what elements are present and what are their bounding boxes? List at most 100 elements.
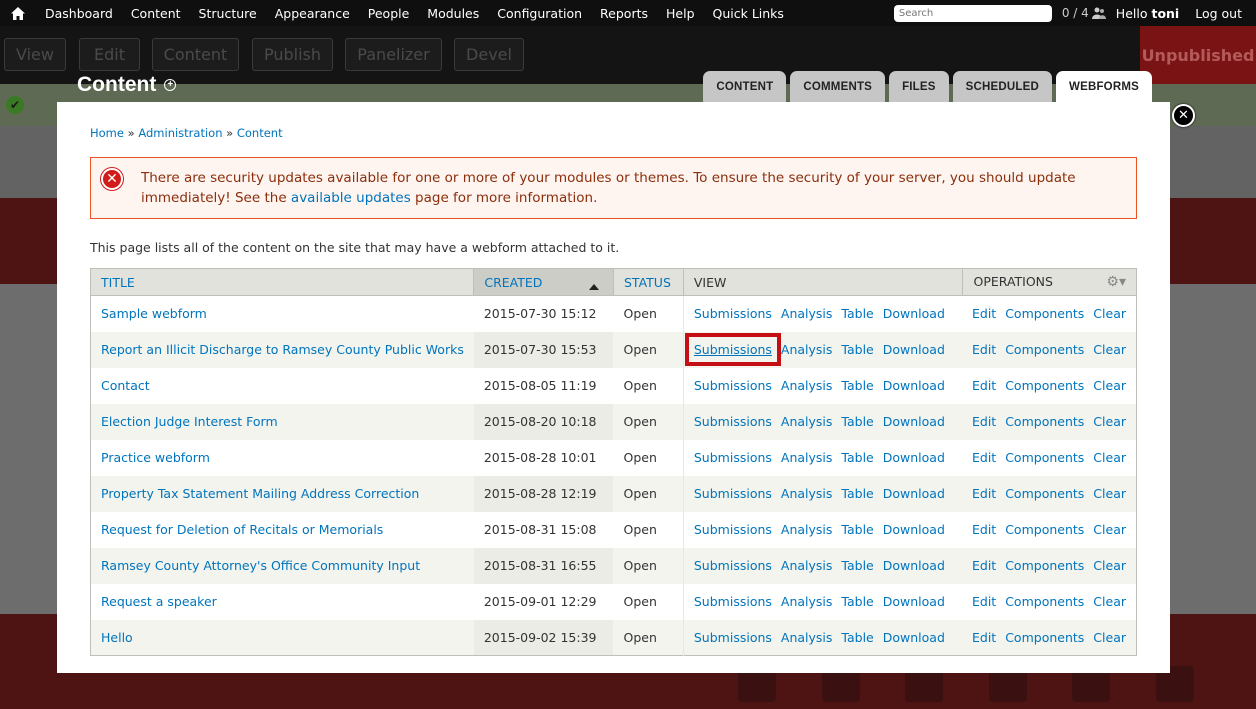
clear-link[interactable]: Clear bbox=[1093, 522, 1126, 537]
clear-link[interactable]: Clear bbox=[1093, 558, 1126, 573]
download-link[interactable]: Download bbox=[883, 486, 945, 501]
download-link[interactable]: Download bbox=[883, 630, 945, 645]
table-link[interactable]: Table bbox=[841, 594, 873, 609]
submissions-link[interactable]: Submissions bbox=[684, 333, 781, 366]
clear-link[interactable]: Clear bbox=[1093, 342, 1126, 357]
table-link[interactable]: Table bbox=[841, 558, 873, 573]
submissions-link[interactable]: Submissions bbox=[694, 378, 772, 393]
analysis-link[interactable]: Analysis bbox=[781, 522, 833, 537]
components-link[interactable]: Components bbox=[1005, 306, 1084, 321]
toolbar-search-input[interactable] bbox=[893, 4, 1052, 22]
components-link[interactable]: Components bbox=[1005, 522, 1084, 537]
toolbar-menu-appearance[interactable]: Appearance bbox=[266, 6, 359, 21]
table-link[interactable]: Table bbox=[841, 486, 873, 501]
download-link[interactable]: Download bbox=[883, 306, 945, 321]
download-link[interactable]: Download bbox=[883, 414, 945, 429]
edit-link[interactable]: Edit bbox=[972, 414, 996, 429]
clear-link[interactable]: Clear bbox=[1093, 486, 1126, 501]
toolbar-menu-content[interactable]: Content bbox=[122, 6, 190, 21]
toolbar-menu-structure[interactable]: Structure bbox=[190, 6, 266, 21]
breadcrumb-content[interactable]: Content bbox=[237, 126, 283, 140]
header-created[interactable]: CREATED bbox=[473, 268, 614, 296]
download-link[interactable]: Download bbox=[883, 342, 945, 357]
clear-link[interactable]: Clear bbox=[1093, 378, 1126, 393]
username-link[interactable]: toni bbox=[1151, 6, 1179, 21]
submissions-link[interactable]: Submissions bbox=[694, 594, 772, 609]
components-link[interactable]: Components bbox=[1005, 342, 1084, 357]
download-link[interactable]: Download bbox=[883, 378, 945, 393]
components-link[interactable]: Components bbox=[1005, 630, 1084, 645]
webform-title-link[interactable]: Practice webform bbox=[101, 450, 210, 465]
tab-scheduled[interactable]: SCHEDULED bbox=[952, 71, 1053, 102]
add-shortcut-icon[interactable]: + bbox=[164, 79, 177, 91]
clear-link[interactable]: Clear bbox=[1093, 306, 1126, 321]
submissions-link[interactable]: Submissions bbox=[694, 486, 772, 501]
analysis-link[interactable]: Analysis bbox=[781, 414, 833, 429]
tab-files[interactable]: FILES bbox=[889, 71, 949, 102]
edit-link[interactable]: Edit bbox=[972, 594, 996, 609]
table-link[interactable]: Table bbox=[841, 414, 873, 429]
edit-link[interactable]: Edit bbox=[972, 486, 996, 501]
webform-title-link[interactable]: Election Judge Interest Form bbox=[101, 414, 278, 429]
webform-title-link[interactable]: Request a speaker bbox=[101, 594, 217, 609]
webform-title-link[interactable]: Request for Deletion of Recitals or Memo… bbox=[101, 522, 383, 537]
table-link[interactable]: Table bbox=[841, 522, 873, 537]
webform-title-link[interactable]: Report an Illicit Discharge to Ramsey Co… bbox=[101, 342, 464, 357]
toolbar-menu-people[interactable]: People bbox=[359, 6, 419, 21]
download-link[interactable]: Download bbox=[883, 522, 945, 537]
table-link[interactable]: Table bbox=[841, 342, 873, 357]
webform-title-link[interactable]: Hello bbox=[101, 630, 133, 645]
analysis-link[interactable]: Analysis bbox=[781, 378, 833, 393]
clear-link[interactable]: Clear bbox=[1093, 414, 1126, 429]
table-link[interactable]: Table bbox=[841, 450, 873, 465]
analysis-link[interactable]: Analysis bbox=[781, 486, 833, 501]
available-updates-link[interactable]: available updates bbox=[291, 190, 411, 206]
tab-webforms[interactable]: WEBFORMS bbox=[1056, 71, 1152, 102]
edit-link[interactable]: Edit bbox=[972, 630, 996, 645]
close-overlay-button[interactable]: ✕ bbox=[1172, 104, 1195, 127]
clear-link[interactable]: Clear bbox=[1093, 630, 1126, 645]
sort-status-link[interactable]: STATUS bbox=[624, 275, 671, 290]
edit-link[interactable]: Edit bbox=[972, 306, 996, 321]
analysis-link[interactable]: Analysis bbox=[781, 594, 833, 609]
tab-comments[interactable]: COMMENTS bbox=[790, 71, 886, 102]
download-link[interactable]: Download bbox=[883, 558, 945, 573]
download-link[interactable]: Download bbox=[883, 594, 945, 609]
analysis-link[interactable]: Analysis bbox=[781, 342, 833, 357]
edit-link[interactable]: Edit bbox=[972, 342, 996, 357]
toolbar-menu-modules[interactable]: Modules bbox=[418, 6, 488, 21]
analysis-link[interactable]: Analysis bbox=[781, 450, 833, 465]
clear-link[interactable]: Clear bbox=[1093, 450, 1126, 465]
logout-link[interactable]: Log out bbox=[1195, 6, 1242, 21]
tab-content[interactable]: CONTENT bbox=[703, 71, 787, 102]
submissions-link[interactable]: Submissions bbox=[694, 306, 772, 321]
download-link[interactable]: Download bbox=[883, 450, 945, 465]
components-link[interactable]: Components bbox=[1005, 486, 1084, 501]
edit-link[interactable]: Edit bbox=[972, 558, 996, 573]
toolbar-menu-quick-links[interactable]: Quick Links bbox=[704, 6, 793, 21]
toolbar-menu-configuration[interactable]: Configuration bbox=[488, 6, 591, 21]
webform-title-link[interactable]: Ramsey County Attorney's Office Communit… bbox=[101, 558, 420, 573]
sort-title-link[interactable]: TITLE bbox=[101, 275, 135, 290]
breadcrumb-home[interactable]: Home bbox=[90, 126, 124, 140]
webform-title-link[interactable]: Contact bbox=[101, 378, 150, 393]
table-link[interactable]: Table bbox=[841, 630, 873, 645]
table-link[interactable]: Table bbox=[841, 378, 873, 393]
clear-link[interactable]: Clear bbox=[1093, 594, 1126, 609]
edit-link[interactable]: Edit bbox=[972, 378, 996, 393]
submissions-link[interactable]: Submissions bbox=[694, 450, 772, 465]
toolbar-menu-dashboard[interactable]: Dashboard bbox=[36, 6, 122, 21]
submissions-link[interactable]: Submissions bbox=[694, 558, 772, 573]
breadcrumb-administration[interactable]: Administration bbox=[138, 126, 222, 140]
components-link[interactable]: Components bbox=[1005, 378, 1084, 393]
gear-icon[interactable]: ⚙▾ bbox=[1106, 274, 1126, 290]
components-link[interactable]: Components bbox=[1005, 414, 1084, 429]
submissions-link[interactable]: Submissions bbox=[694, 414, 772, 429]
sort-created-link[interactable]: CREATED bbox=[484, 275, 542, 290]
submissions-link[interactable]: Submissions bbox=[694, 630, 772, 645]
webform-title-link[interactable]: Sample webform bbox=[101, 306, 207, 321]
analysis-link[interactable]: Analysis bbox=[781, 306, 833, 321]
analysis-link[interactable]: Analysis bbox=[781, 630, 833, 645]
toolbar-menu-help[interactable]: Help bbox=[657, 6, 704, 21]
webform-title-link[interactable]: Property Tax Statement Mailing Address C… bbox=[101, 486, 419, 501]
